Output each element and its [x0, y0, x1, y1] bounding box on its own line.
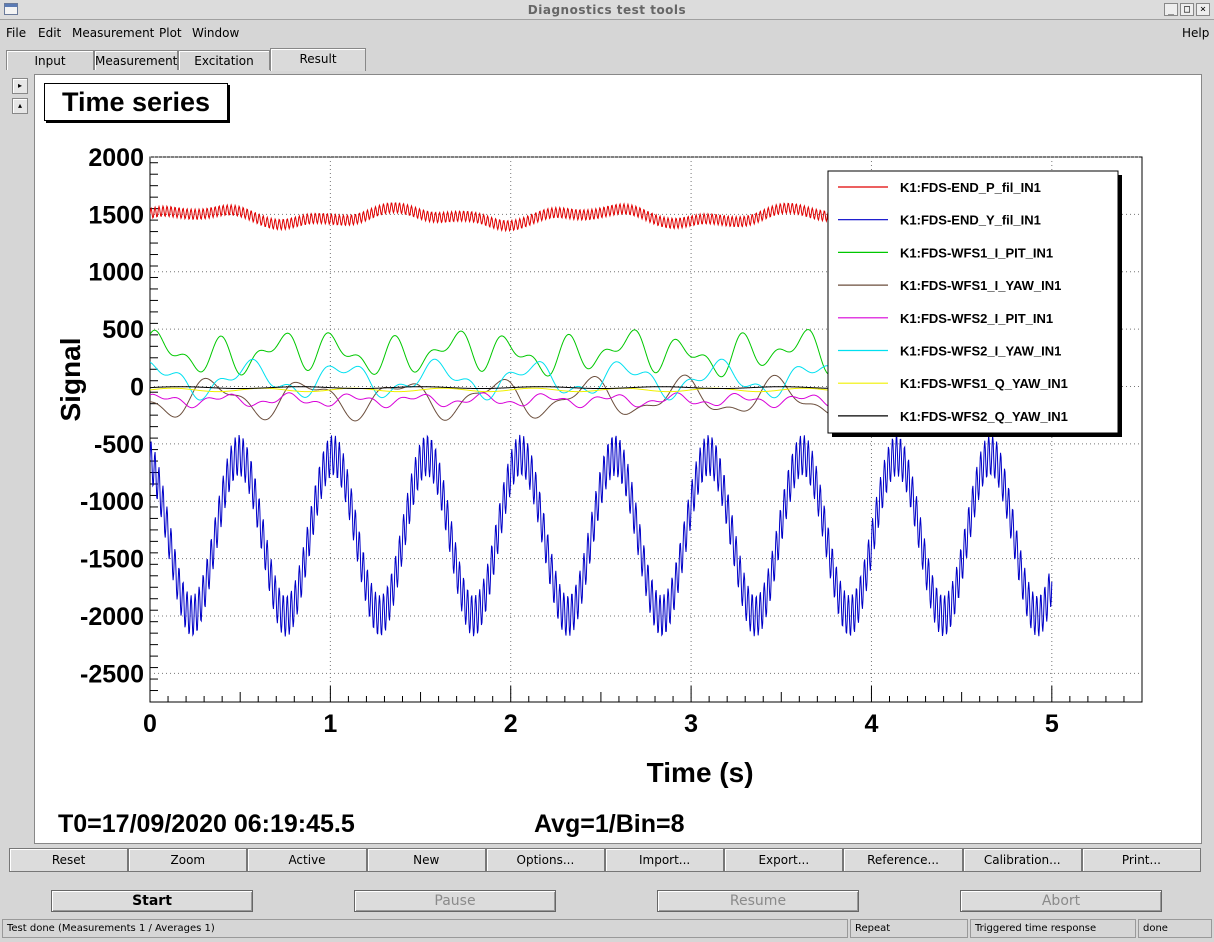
- plot-title: Time series: [44, 83, 228, 121]
- status-state: done: [1138, 919, 1212, 938]
- legend-entry: K1:FDS-WFS2_I_YAW_IN1: [900, 344, 1061, 359]
- y-tick-label: -2000: [80, 603, 144, 631]
- t0-timestamp: T0=17/09/2020 06:19:45.5: [58, 810, 355, 838]
- plot-toolbar: Reset Zoom Active New Options... Import.…: [9, 848, 1202, 872]
- legend-entry: K1:FDS-WFS1_I_YAW_IN1: [900, 278, 1061, 293]
- time-series-chart[interactable]: 2000 1500 1000 500 0 -500 -1000 -1500 -2000 -2500…: [0, 0, 1214, 942]
- y-tick-label: -1500: [80, 546, 144, 574]
- x-tick-label: 0: [143, 710, 157, 738]
- x-tick-label: 5: [1045, 710, 1059, 738]
- x-tick-label: 1: [323, 710, 337, 738]
- print-button[interactable]: Print...: [1081, 848, 1202, 872]
- status-message: Test done (Measurements 1 / Averages 1): [2, 919, 848, 938]
- export-button[interactable]: Export...: [724, 848, 844, 872]
- pause-button[interactable]: Pause: [354, 890, 556, 912]
- legend-entry: K1:FDS-END_P_fil_IN1: [900, 180, 1041, 195]
- y-tick-label: -500: [94, 431, 144, 459]
- status-bar: Test done (Measurements 1 / Averages 1) …: [0, 919, 1214, 939]
- y-tick-label: 0: [130, 373, 144, 401]
- reference-button[interactable]: Reference...: [843, 848, 963, 872]
- resume-button[interactable]: Resume: [657, 890, 859, 912]
- reset-button[interactable]: Reset: [9, 848, 129, 872]
- x-tick-label: 2: [504, 710, 518, 738]
- status-type: Triggered time response: [970, 919, 1136, 938]
- import-button[interactable]: Import...: [605, 848, 725, 872]
- new-button[interactable]: New: [366, 848, 486, 872]
- y-tick-label: 1000: [88, 259, 144, 287]
- status-mode: Repeat: [850, 919, 968, 938]
- legend-entry: K1:FDS-WFS1_Q_YAW_IN1: [900, 376, 1068, 391]
- y-tick-label: 1500: [88, 201, 144, 229]
- legend[interactable]: [827, 170, 1119, 434]
- tab-result[interactable]: Result: [270, 48, 366, 71]
- options-button[interactable]: Options...: [485, 848, 606, 872]
- abort-button[interactable]: Abort: [960, 890, 1162, 912]
- legend-entry: K1:FDS-WFS2_Q_YAW_IN1: [900, 409, 1068, 424]
- y-axis-label: Signal: [55, 337, 86, 421]
- legend-entry: K1:FDS-WFS2_I_PIT_IN1: [900, 311, 1053, 326]
- legend-entry: K1:FDS-END_Y_fil_IN1: [900, 213, 1041, 228]
- x-tick-label: 4: [865, 710, 879, 738]
- x-axis-label: Time (s): [647, 757, 754, 788]
- legend-entry: K1:FDS-WFS1_I_PIT_IN1: [900, 245, 1053, 260]
- active-button[interactable]: Active: [247, 848, 367, 872]
- y-tick-label: 2000: [88, 144, 144, 172]
- avg-bin-info: Avg=1/Bin=8: [534, 810, 685, 838]
- y-tick-label: -1000: [80, 488, 144, 516]
- y-tick-label: -2500: [80, 660, 144, 688]
- start-button[interactable]: Start: [51, 890, 253, 912]
- zoom-button[interactable]: Zoom: [128, 848, 248, 872]
- calibration-button[interactable]: Calibration...: [962, 848, 1082, 872]
- x-tick-label: 3: [684, 710, 698, 738]
- y-tick-label: 500: [102, 316, 144, 344]
